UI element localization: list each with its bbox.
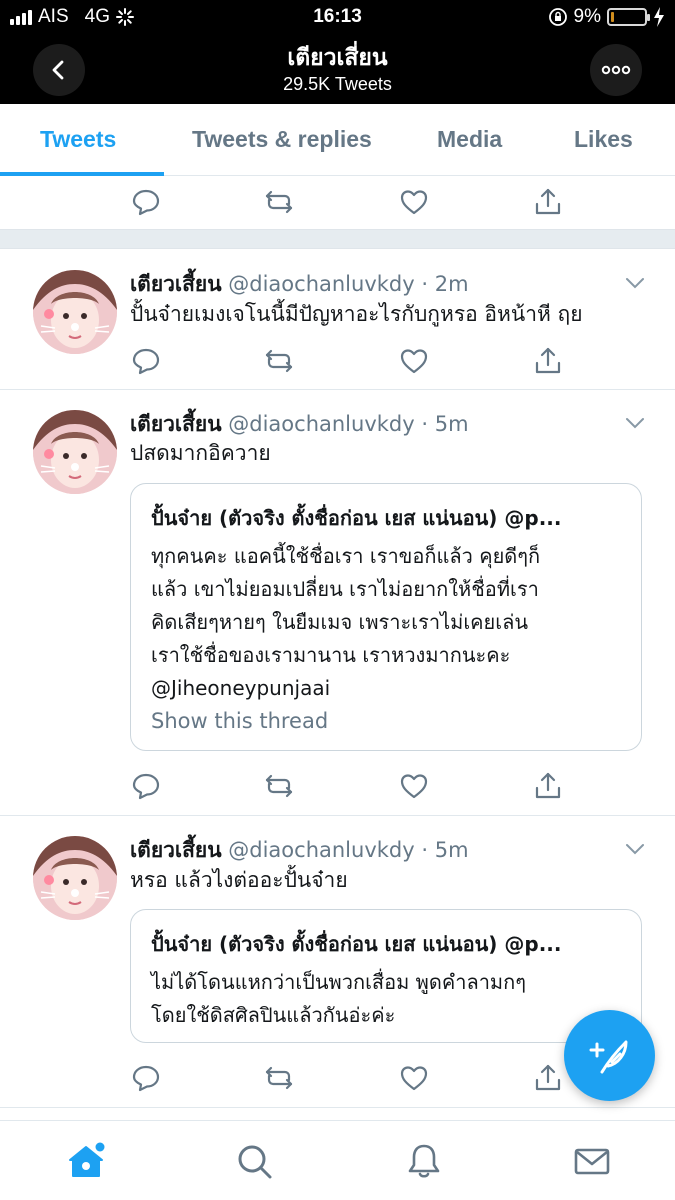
- retweet-icon[interactable]: [263, 345, 295, 377]
- quoted-tweet-body: ทุกคนคะ แอคนี้ใช้ชื่อเรา เราขอก็แล้ว คุย…: [151, 540, 631, 705]
- tab-tweets[interactable]: Tweets: [40, 126, 116, 153]
- quoted-tweet[interactable]: ปั้นจ๋าย (ตัวจริง ตั้งชื่อก่อน เยส แน่นอ…: [130, 909, 642, 1043]
- active-tab-indicator: [0, 172, 164, 176]
- tweet[interactable]: เตียวเสี้ยน @diaochanluvkdy · 2m ปั้นจ๋า…: [0, 250, 675, 390]
- author-name[interactable]: เตียวเสี้ยน: [130, 838, 222, 862]
- chevron-down-icon[interactable]: [625, 277, 645, 289]
- more-button[interactable]: [590, 44, 642, 96]
- status-bar: AIS 4G 16:13 9%: [0, 0, 675, 34]
- show-thread-link[interactable]: Show this thread: [151, 709, 328, 733]
- share-icon[interactable]: [532, 345, 564, 377]
- chevron-down-icon[interactable]: [625, 843, 645, 855]
- chevron-down-icon[interactable]: [625, 417, 645, 429]
- author-handle[interactable]: @diaochanluvkdy: [228, 838, 414, 862]
- search-icon[interactable]: [234, 1141, 274, 1181]
- like-icon[interactable]: [398, 770, 430, 802]
- tweet-time: · 5m: [421, 838, 469, 862]
- more-dots-icon: [601, 65, 631, 75]
- charging-bolt-icon: [654, 7, 664, 27]
- author-handle[interactable]: @diaochanluvkdy: [228, 272, 414, 296]
- tweet-text: หรอ แล้วไงต่ออะปั้นจ๋าย: [130, 868, 348, 892]
- battery-level: [611, 12, 614, 22]
- share-icon[interactable]: [532, 186, 564, 218]
- compose-feather-icon: [589, 1040, 627, 1073]
- avatar-image: [33, 270, 117, 354]
- profile-tabs: Tweets Tweets & replies Media Likes: [0, 104, 675, 176]
- quoted-tweet-header: ปั้นจ๋าย (ตัวจริง ตั้งชื่อก่อน เยส แน่นอ…: [151, 932, 562, 956]
- battery-percent: 9%: [573, 6, 601, 27]
- tweet-text: ปั้นจ๋ายเมงเจโนนี้มีปัญหาอะไรกับกูหรอ อิ…: [130, 302, 583, 326]
- retweet-icon[interactable]: [263, 770, 295, 802]
- tab-likes[interactable]: Likes: [574, 126, 633, 153]
- quoted-tweet-line: ไม่ได้โดนแหกว่าเป็นพวกเสื่อม พูดคำลามกๆ: [151, 970, 526, 994]
- tweet-actions: [130, 770, 561, 806]
- profile-name: เตียวเสี่ยน: [287, 45, 388, 71]
- retweet-icon[interactable]: [263, 1062, 295, 1094]
- compose-tweet-button[interactable]: [564, 1010, 655, 1101]
- avatar[interactable]: [33, 836, 117, 920]
- quoted-tweet-line: คิดเสียๆหายๆ ในยืมเมจ เพราะเราไม่เคยเล่น: [151, 610, 529, 634]
- profile-title: เตียวเสี่ยน 29.5K Tweets: [0, 44, 675, 96]
- status-right: 9%: [548, 6, 665, 28]
- reply-icon[interactable]: [130, 186, 162, 218]
- quoted-tweet[interactable]: ปั้นจ๋าย (ตัวจริง ตั้งชื่อก่อน เยส แน่นอ…: [130, 483, 642, 751]
- section-divider: [0, 229, 675, 249]
- orientation-lock-icon: [548, 8, 567, 26]
- quoted-tweet-body: ไม่ได้โดนแหกว่าเป็นพวกเสื่อม พูดคำลามกๆ …: [151, 966, 631, 1032]
- reply-icon[interactable]: [130, 770, 162, 802]
- messages-envelope-icon[interactable]: [572, 1141, 612, 1181]
- like-icon[interactable]: [398, 1062, 430, 1094]
- like-icon[interactable]: [398, 186, 430, 218]
- share-icon[interactable]: [532, 770, 564, 802]
- tweet-count: 29.5K Tweets: [283, 74, 392, 94]
- tweet-text: ปสดมากอิควาย: [130, 441, 271, 465]
- quoted-tweet-header: ปั้นจ๋าย (ตัวจริง ตั้งชื่อก่อน เยส แน่นอ…: [151, 506, 562, 530]
- retweet-icon[interactable]: [263, 186, 295, 218]
- tweet-time: · 2m: [421, 272, 469, 296]
- quoted-tweet-line: ทุกคนคะ แอคนี้ใช้ชื่อเรา เราขอก็แล้ว คุย…: [151, 544, 541, 568]
- quoted-tweet-line: แล้ว เขาไม่ยอมเปลี่ยน เราไม่อยากให้ชื่อท…: [151, 577, 539, 601]
- quoted-tweet-line: @Jiheoneypunjaai: [151, 676, 331, 700]
- avatar[interactable]: [33, 270, 117, 354]
- tweet-actions: [130, 1062, 561, 1098]
- tweet-header: เตียวเสี้ยน @diaochanluvkdy · 5m: [130, 834, 469, 867]
- reply-icon[interactable]: [130, 1062, 162, 1094]
- home-icon[interactable]: [66, 1141, 106, 1181]
- like-icon[interactable]: [398, 345, 430, 377]
- tweet-actions: [130, 186, 561, 222]
- notifications-bell-icon[interactable]: [404, 1141, 444, 1181]
- tab-media[interactable]: Media: [437, 126, 502, 153]
- avatar-image: [33, 410, 117, 494]
- avatar-image: [33, 836, 117, 920]
- tweet-header: เตียวเสี้ยน @diaochanluvkdy · 2m: [130, 268, 469, 301]
- tweet[interactable]: เตียวเสี้ยน @diaochanluvkdy · 5m ปสดมากอ…: [0, 390, 675, 816]
- tab-tweets-replies[interactable]: Tweets & replies: [192, 126, 372, 153]
- bottom-nav: [0, 1120, 675, 1200]
- reply-icon[interactable]: [130, 345, 162, 377]
- tweet-actions: [130, 345, 561, 381]
- author-handle[interactable]: @diaochanluvkdy: [228, 412, 414, 436]
- tweet-time: · 5m: [421, 412, 469, 436]
- author-name[interactable]: เตียวเสี้ยน: [130, 412, 222, 436]
- profile-header: AIS 4G 16:13 9% เตียวเสี่ยน 29.5K Tweets: [0, 0, 675, 104]
- battery-icon: [607, 8, 650, 26]
- quoted-tweet-line: เราใช้ชื่อของเรามานาน เราหวงมากนะคะ: [151, 643, 511, 667]
- avatar[interactable]: [33, 410, 117, 494]
- quoted-tweet-line: โดยใช้ดิสศิลปินแล้วกันอ่ะค่ะ: [151, 1003, 396, 1027]
- author-name[interactable]: เตียวเสี้ยน: [130, 272, 222, 296]
- share-icon[interactable]: [532, 1062, 564, 1094]
